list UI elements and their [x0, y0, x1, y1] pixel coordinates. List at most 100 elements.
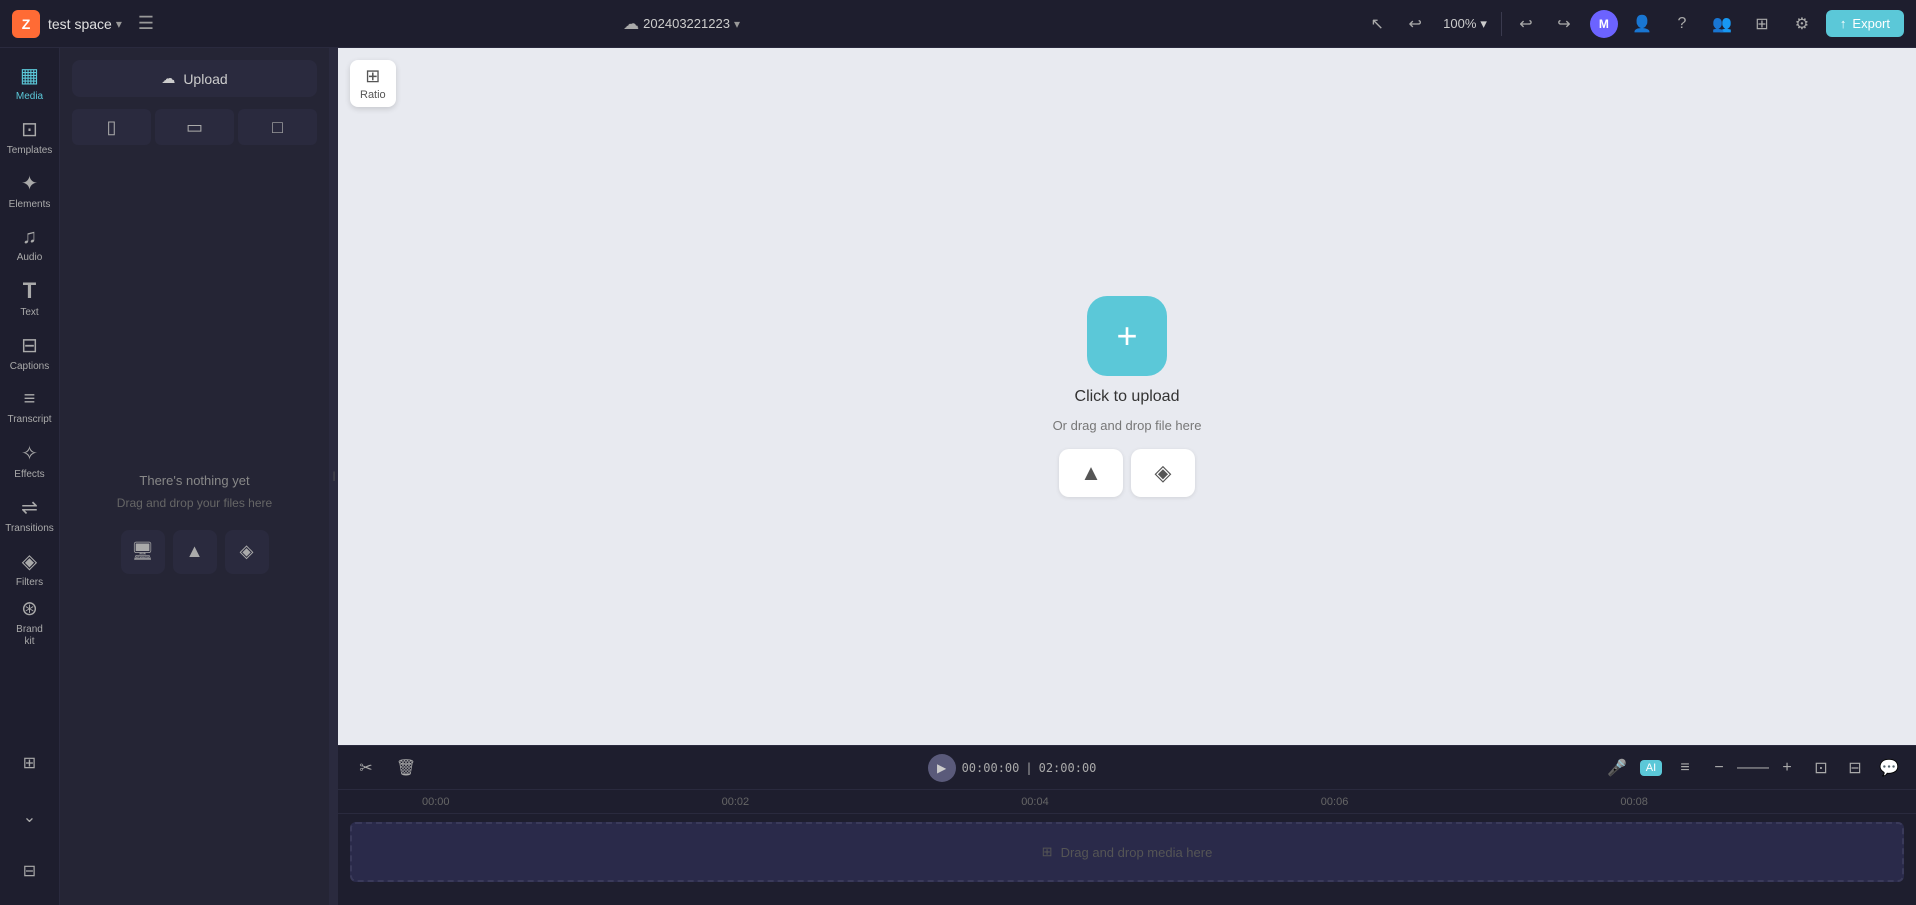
undo-tool-btn[interactable]: ↩ — [1397, 8, 1433, 40]
people-icon-btn[interactable]: 👥 — [1706, 8, 1738, 40]
sidebar-item-templates[interactable]: ⊡ Templates — [4, 110, 56, 162]
sidebar-item-subtitles[interactable]: ⊟ — [4, 845, 56, 897]
media-panel-header: ☁ Upload — [60, 48, 329, 109]
sidebar-item-captions[interactable]: ⊟ Captions — [4, 326, 56, 378]
sidebar-label-effects: Effects — [14, 469, 44, 480]
mic-btn[interactable]: 🎤 — [1602, 753, 1632, 783]
pointer-tool-btn[interactable]: ↖ — [1359, 8, 1395, 40]
more-icon: ⌄ — [23, 807, 36, 827]
split-view-btn[interactable]: ⊟ — [1840, 753, 1870, 783]
workspace-name[interactable]: test space ▾ — [48, 16, 122, 32]
canvas-dropbox-btn[interactable]: ◈ — [1131, 449, 1195, 497]
media-icon: ▦ — [20, 63, 39, 88]
transitions-icon: ⇌ — [21, 495, 38, 520]
subtitle-timeline-btn[interactable]: ≡ — [1670, 753, 1700, 783]
sidebar-item-audio[interactable]: ♫ Audio — [4, 218, 56, 270]
export-label: Export — [1852, 16, 1890, 31]
timeline-toolbar: ✂ 🗑 ▶ 00:00:00 | 02:00:00 🎤 AI — [338, 746, 1916, 790]
square-icon: □ — [272, 117, 283, 138]
captions-icon: ⊟ — [21, 333, 38, 358]
project-id: 202403221223 — [643, 16, 730, 31]
settings-icon-btn[interactable]: ⚙ — [1786, 8, 1818, 40]
redo-btn[interactable]: ↪ — [1546, 8, 1582, 40]
fit-btn[interactable]: ⊡ — [1806, 753, 1836, 783]
timeline-track-empty[interactable]: ⊞ Drag and drop media here — [350, 822, 1904, 882]
zoom-in-btn[interactable]: + — [1772, 753, 1802, 783]
sidebar-item-media[interactable]: ▦ Media — [4, 56, 56, 108]
format-tabs: ▯ ▭ □ — [60, 109, 329, 153]
upload-icon: ☁ — [161, 70, 175, 87]
screen-icon: 🖥 — [131, 541, 154, 562]
upload-button[interactable]: ☁ Upload — [72, 60, 317, 97]
sidebar-item-transcript[interactable]: ≡ Transcript — [4, 380, 56, 432]
sidebar-item-apps[interactable]: ⊞ — [4, 737, 56, 789]
zoom-slider[interactable]: —— — [1738, 753, 1768, 783]
undo-btn[interactable]: ↩ — [1508, 8, 1544, 40]
topbar-center: ☁ 202403221223 ▾ — [623, 14, 740, 34]
play-icon: ▶ — [937, 761, 946, 775]
topbar-right: M 👤 ? 👥 ⊞ ⚙ ↑ Export — [1590, 8, 1904, 40]
comment-btn[interactable]: 💬 — [1874, 753, 1904, 783]
sidebar-item-brand[interactable]: ⊛ Brandkit — [4, 596, 56, 648]
project-chevron-icon: ▾ — [734, 17, 740, 31]
landscape-icon: ▭ — [186, 117, 203, 138]
canvas-drive-btn[interactable]: ▲ — [1059, 449, 1123, 497]
export-button[interactable]: ↑ Export — [1826, 10, 1904, 37]
help-icon-btn[interactable]: ? — [1666, 8, 1698, 40]
ai-btn[interactable]: AI — [1636, 753, 1666, 783]
zoom-chevron-icon: ▾ — [1480, 16, 1487, 32]
toolbar-divider — [1501, 12, 1502, 36]
user-icon-btn[interactable]: 👤 — [1626, 8, 1658, 40]
time-total: 02:00:00 — [1039, 761, 1097, 775]
ruler-mark-2: 00:04 — [1017, 796, 1317, 808]
upload-plus-button[interactable]: + — [1087, 296, 1167, 376]
sidebar-label-audio: Audio — [17, 252, 43, 263]
delete-tool-btn[interactable]: 🗑 — [390, 752, 422, 784]
canvas-content[interactable]: + Click to upload Or drag and drop file … — [338, 48, 1916, 745]
screen-record-btn[interactable]: 🖥 — [121, 530, 165, 574]
format-tab-portrait[interactable]: ▯ — [72, 109, 151, 145]
menu-icon[interactable]: ☰ — [138, 13, 154, 34]
ai-indicator: AI — [1640, 760, 1662, 776]
canvas-area: ⊞ Ratio + Click to upload Or drag and dr… — [338, 48, 1916, 745]
topbar-tools: ↖ ↩ 100% ▾ ↩ ↪ — [1359, 8, 1582, 40]
sidebar-label-transcript: Transcript — [7, 414, 51, 425]
play-button[interactable]: ▶ — [928, 754, 956, 782]
sidebar-item-filters[interactable]: ◈ Filters — [4, 542, 56, 594]
templates-icon: ⊡ — [21, 117, 38, 142]
panel-resize-handle[interactable]: | — [330, 48, 338, 905]
format-tab-square[interactable]: □ — [238, 109, 317, 145]
sidebar-item-text[interactable]: T Text — [4, 272, 56, 324]
format-tab-landscape[interactable]: ▭ — [155, 109, 234, 145]
ratio-icon: ⊞ — [365, 66, 380, 87]
zoom-out-btn[interactable]: − — [1704, 753, 1734, 783]
cut-tool-btn[interactable]: ✂ — [350, 752, 382, 784]
empty-title: There's nothing yet — [139, 473, 249, 488]
sidebar-item-more[interactable]: ⌄ — [4, 791, 56, 843]
ratio-button[interactable]: ⊞ Ratio — [350, 60, 396, 107]
sidebar-item-elements[interactable]: ✦ Elements — [4, 164, 56, 216]
plus-icon: + — [1116, 315, 1137, 357]
sidebar-label-templates: Templates — [7, 145, 53, 156]
sidebar-item-effects[interactable]: ✧ Effects — [4, 434, 56, 486]
layout-icon-btn[interactable]: ⊞ — [1746, 8, 1778, 40]
upload-drop-area[interactable]: + Click to upload Or drag and drop file … — [1053, 296, 1202, 497]
workspace-label: test space — [48, 16, 112, 32]
google-drive-btn[interactable]: ▲ — [173, 530, 217, 574]
filters-icon: ◈ — [22, 549, 37, 574]
transcript-icon: ≡ — [24, 388, 36, 411]
canvas-upload-subtitle: Or drag and drop file here — [1053, 418, 1202, 433]
dropbox-btn[interactable]: ◈ — [225, 530, 269, 574]
canvas-timeline-container: ⊞ Ratio + Click to upload Or drag and dr… — [338, 48, 1916, 905]
subtitles-icon: ⊟ — [23, 861, 36, 881]
ruler-marks: 00:00 00:02 00:04 00:06 00:08 — [418, 796, 1916, 808]
left-sidebar: ▦ Media ⊡ Templates ✦ Elements ♫ Audio T… — [0, 48, 60, 905]
export-icon: ↑ — [1840, 16, 1847, 31]
canvas-upload-options: ▲ ◈ — [1059, 449, 1195, 497]
zoom-selector[interactable]: 100% ▾ — [1435, 12, 1495, 36]
portrait-icon: ▯ — [107, 117, 117, 138]
dropbox-icon: ◈ — [240, 541, 254, 562]
sidebar-item-transitions[interactable]: ⇌ Transitions — [4, 488, 56, 540]
canvas-upload-title: Click to upload — [1075, 388, 1180, 406]
media-action-btns: 🖥 ▲ ◈ — [109, 518, 281, 586]
